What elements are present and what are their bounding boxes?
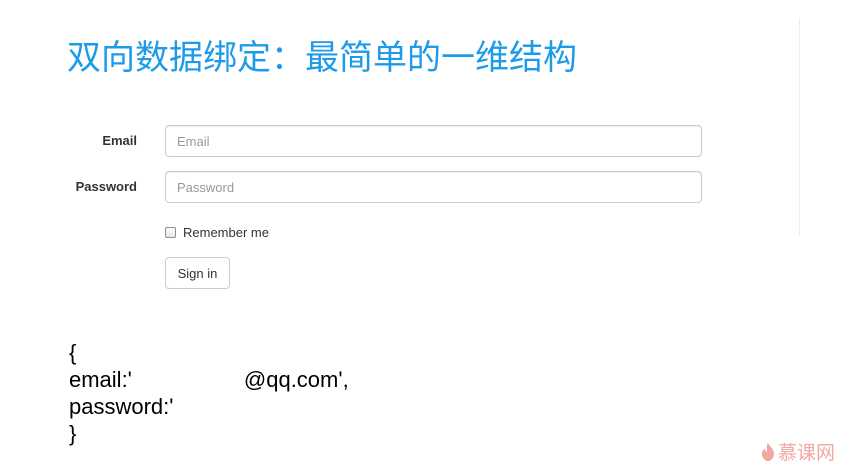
code-email-value: @qq.com', <box>243 367 349 392</box>
email-field[interactable] <box>165 125 702 157</box>
sign-in-button[interactable]: Sign in <box>165 257 230 289</box>
flame-icon <box>761 442 774 461</box>
code-password-line: password:' <box>69 393 234 420</box>
code-open-brace: { <box>69 340 77 365</box>
divider <box>799 18 800 236</box>
password-field[interactable] <box>165 171 702 203</box>
redaction-mask <box>173 395 234 417</box>
watermark-text: 慕课网 <box>777 442 835 464</box>
code-password-key: password:' <box>69 394 174 419</box>
remember-me-row[interactable]: Remember me <box>165 225 269 240</box>
watermark-logo: 慕课网 <box>761 438 835 465</box>
slide: 双向数据绑定：最简单的一维结构 Email Password Remember … <box>0 0 841 466</box>
slide-title: 双向数据绑定：最简单的一维结构 <box>67 38 577 78</box>
code-email-line: email:' @qq.com', <box>69 366 349 393</box>
code-close-brace: } <box>69 421 77 446</box>
redaction-mask <box>131 368 244 390</box>
email-label: Email <box>102 133 137 148</box>
remember-me-label: Remember me <box>183 225 269 240</box>
password-label: Password <box>75 179 137 194</box>
code-email-key: email:' <box>69 367 132 392</box>
remember-me-checkbox[interactable] <box>165 227 176 238</box>
